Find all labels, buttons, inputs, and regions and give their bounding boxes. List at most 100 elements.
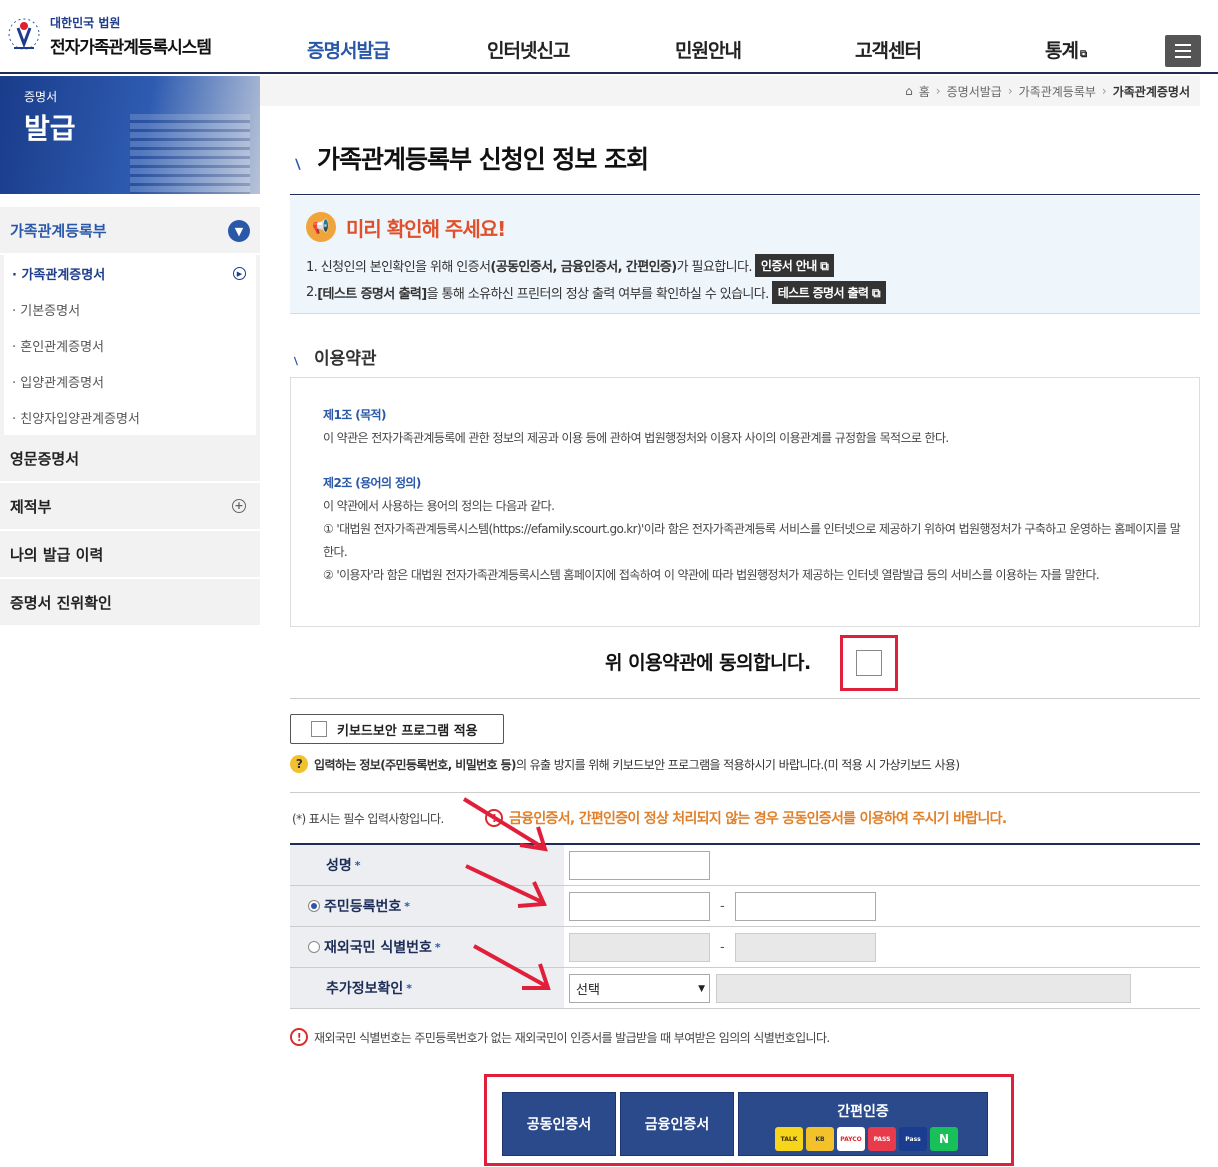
rrn-radio[interactable] <box>308 900 320 912</box>
rrn-back-input[interactable] <box>734 891 876 921</box>
sidebar-item-family-relation-cert[interactable]: · 가족관계증명서 ▶ <box>4 255 256 291</box>
sidebar-submenu: · 가족관계증명서 ▶ · 기본증명서 · 혼인관계증명서 · 입양관계증명서 … <box>4 255 256 435</box>
plus-icon[interactable]: + <box>232 499 246 513</box>
pass-icon: PASS <box>868 1127 896 1151</box>
nav-customer-center[interactable]: 고객센터 <box>855 36 922 63</box>
foreign-id-note: ! 재외국민 식별번호는 주민등록번호가 없는 재외국민이 인증서를 발급받을 … <box>290 1028 830 1046</box>
sidebar-cat-english-cert[interactable]: 영문증명서 <box>0 435 260 483</box>
notice-bold: (공동인증서, 금융인증서, 간편인증) <box>490 260 677 275</box>
naver-icon: N <box>930 1127 958 1151</box>
form-row-extra: 추가정보확인 * 선택 ▼ <box>290 968 1200 1009</box>
keyboard-note-bold: 입력하는 정보(주민등록번호, 비밀번호 등) <box>314 757 517 772</box>
nav-internet-report[interactable]: 인터넷신고 <box>487 36 570 63</box>
red-arrow-icon <box>473 944 551 990</box>
sidebar-item-marriage-cert[interactable]: · 혼인관계증명서 <box>4 327 256 363</box>
logo-subtitle: 대한민국 법원 <box>50 16 121 30</box>
sidebar-item-full-adoption-cert[interactable]: · 친양자입양관계증명서 <box>4 399 256 435</box>
sidebar-item-adoption-cert[interactable]: · 입양관계증명서 <box>4 363 256 399</box>
article-body: 이 약관은 전자가족관계등록에 관한 정보의 제공과 이용 등에 관하여 법원행… <box>323 431 949 445</box>
easy-auth-label: 간편인증 <box>837 1104 889 1120</box>
cert-guide-button[interactable]: 인증서 안내 ⧉ <box>754 254 835 277</box>
sidebar-cat-removed-register[interactable]: 제적부 + <box>0 483 260 531</box>
hamburger-menu-button[interactable] <box>1165 35 1201 67</box>
rrn-label: 주민등록번호 <box>324 899 402 915</box>
sidebar-item-basic-cert[interactable]: · 기본증명서 <box>4 291 256 327</box>
sidebar-cat-family-register[interactable]: 가족관계등록부 ▼ <box>0 207 260 255</box>
extra-info-input <box>716 973 1131 1003</box>
divider <box>290 194 1200 195</box>
external-link-icon: ⧉ <box>1079 49 1087 60</box>
chevron-down-icon[interactable]: ▼ <box>228 220 250 242</box>
sidebar-cat-verify[interactable]: 증명서 진위확인 <box>0 579 260 627</box>
notice-text: 가 필요합니다. <box>676 260 753 275</box>
agree-label: 위 이용약관에 동의합니다. <box>605 652 811 674</box>
form-row-rrn: 주민등록번호 * - <box>290 886 1200 927</box>
kakao-icon: TALK <box>775 1127 803 1151</box>
article-body: 이 약관에서 사용하는 용어의 정의는 다음과 같다. <box>323 499 555 513</box>
breadcrumb-issue[interactable]: 증명서발급 <box>947 83 1002 100</box>
foreign-id-label: 재외국민 식별번호 <box>324 940 432 956</box>
keyboard-security-toggle[interactable]: 키보드보안 프로그램 적용 <box>290 714 504 744</box>
divider <box>290 698 1200 699</box>
extra-info-label: 추가정보확인 <box>326 981 404 997</box>
page-title-text: 가족관계등록부 신청인 정보 조회 <box>317 145 649 174</box>
sidebar-cat-label: 제적부 <box>10 497 52 516</box>
notice-text: 2. <box>306 285 318 300</box>
site-logo[interactable]: 대한민국 법원 전자가족관계등록시스템 <box>4 14 212 58</box>
article-title: 제2조 (용어의 정의) <box>323 476 421 490</box>
caret-down-icon: ▼ <box>698 983 705 994</box>
foreign-id-front-input <box>569 932 710 962</box>
payco-icon: PAYCO <box>837 1127 865 1151</box>
required-star: * <box>406 981 413 995</box>
sidebar-cat-label: 가족관계등록부 <box>10 221 107 240</box>
court-emblem-icon <box>8 18 40 50</box>
joint-cert-button[interactable]: 공동인증서 <box>502 1092 616 1156</box>
keyboard-note-text: 의 유출 방지를 위해 키보드보안 프로그램을 적용하시기 바랍니다.(미 적용… <box>515 757 960 772</box>
name-input[interactable] <box>569 850 710 880</box>
chevron-right-icon: › <box>1007 84 1013 98</box>
foreign-id-note-text: 재외국민 식별번호는 주민등록번호가 없는 재외국민이 인증서를 발급받을 때 … <box>314 1030 830 1045</box>
warning-note: ! 금융인증서, 간편인증이 정상 처리되지 않는 경우 공동인증서를 이용하여… <box>485 808 1007 828</box>
nav-statistics[interactable]: 통계 ⧉ <box>1045 36 1087 63</box>
exclamation-icon: ! <box>290 1028 308 1046</box>
sidebar-item-label: · 가족관계증명서 <box>12 267 106 283</box>
menu-bar-icon <box>1175 56 1191 58</box>
sidebar-cat-my-history[interactable]: 나의 발급 이력 <box>0 531 260 579</box>
menu-bar-icon <box>1175 44 1191 46</box>
terms-scroll-box[interactable]: 제1조 (목적) 이 약관은 전자가족관계등록에 관한 정보의 제공과 이용 등… <box>290 377 1200 627</box>
rrn-front-input[interactable] <box>569 891 710 921</box>
notice-title: 미리 확인해 주세요! <box>346 216 506 241</box>
easy-auth-button[interactable]: 간편인증 TALK KB PAYCO PASS Pass N <box>738 1092 988 1156</box>
foreign-id-radio[interactable] <box>308 941 320 953</box>
warning-text: 금융인증서, 간편인증이 정상 처리되지 않는 경우 공동인증서를 이용하여 주… <box>509 811 1007 827</box>
test-print-label: 테스트 증명서 출력 <box>777 286 869 300</box>
external-link-icon: ⧉ <box>820 259 829 273</box>
top-header: 대한민국 법원 전자가족관계등록시스템 증명서발급 인터넷신고 민원안내 고객센… <box>0 0 1218 74</box>
test-print-button[interactable]: 테스트 증명서 출력 ⧉ <box>771 281 886 304</box>
breadcrumb-register[interactable]: 가족관계등록부 <box>1019 83 1096 100</box>
nav-civil-guide[interactable]: 민원안내 <box>675 36 742 63</box>
chevron-right-icon: › <box>1101 84 1107 98</box>
financial-cert-button[interactable]: 금융인증서 <box>620 1092 734 1156</box>
logo-title: 전자가족관계등록시스템 <box>50 38 212 58</box>
nav-certificate-issue[interactable]: 증명서발급 <box>307 36 390 63</box>
home-icon: ⌂ <box>905 84 913 98</box>
notice-text: 을 통해 소유하신 프린터의 정상 출력 여부를 확인하실 수 있습니다. <box>426 287 770 302</box>
menu-bar-icon <box>1175 50 1191 52</box>
highlight-box <box>840 635 898 691</box>
red-arrow-icon <box>465 864 548 908</box>
chevron-right-icon: › <box>935 84 941 98</box>
required-star: * <box>404 899 411 913</box>
notice-line-2: 2. [테스트 증명서 출력] 을 통해 소유하신 프린터의 정상 출력 여부를 … <box>306 281 886 304</box>
form-row-name: 성명 * <box>290 845 1200 886</box>
breadcrumb-home[interactable]: 홈 <box>919 83 930 100</box>
extra-info-select[interactable]: 선택 ▼ <box>569 973 710 1003</box>
notice-line-1: 1. 신청인의 본인확인을 위해 인증서 (공동인증서, 금융인증서, 간편인증)… <box>306 254 835 277</box>
section-banner: 증명서 발급 <box>0 76 260 194</box>
sidebar-nav: 가족관계등록부 ▼ · 가족관계증명서 ▶ · 기본증명서 · 혼인관계증명서 … <box>0 207 260 627</box>
article-body: ① '대법원 전자가족관계등록시스템(https://efamily.scour… <box>323 522 1181 559</box>
terms-heading-text: 이용약관 <box>314 349 377 369</box>
notice-bold: [테스트 증명서 출력] <box>317 287 427 302</box>
banner-small-text: 증명서 <box>24 90 58 104</box>
keyboard-security-checkbox[interactable] <box>311 721 327 737</box>
